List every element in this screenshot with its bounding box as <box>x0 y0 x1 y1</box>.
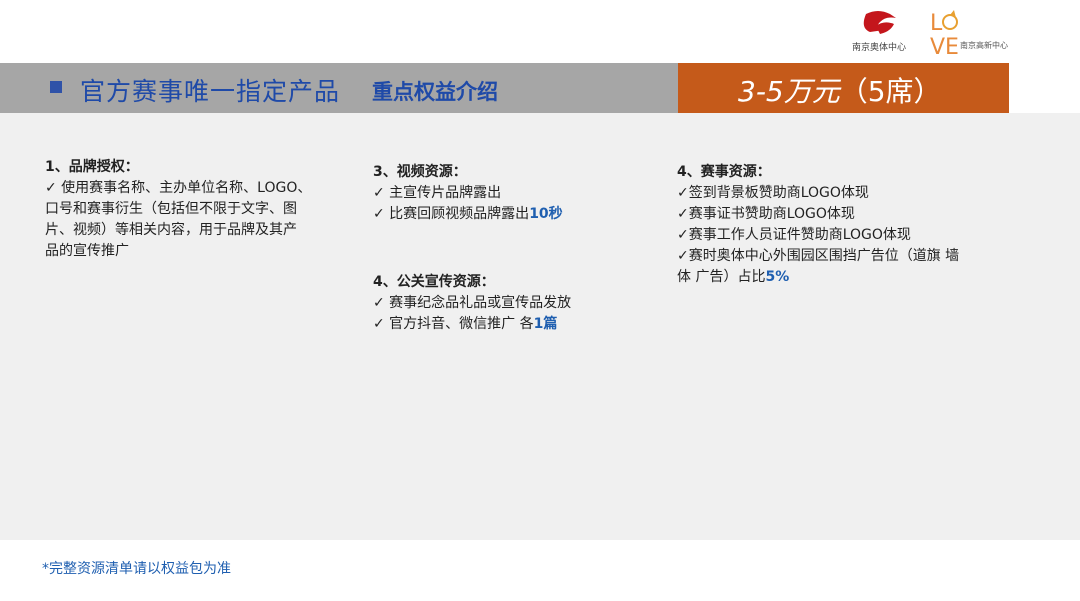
bullet-square-icon <box>50 81 62 93</box>
item-text: ✓ 官方抖音、微信推广 各 <box>373 316 534 332</box>
svg-text:VE: VE <box>930 35 959 56</box>
love-brand-logo-icon: L VE 南京高新中心 <box>930 10 1008 56</box>
section-heading: 1、品牌授权： <box>45 159 139 175</box>
header-bar: 官方赛事唯一指定产品 重点权益介绍 3-5万元（5席） <box>0 63 1009 113</box>
price-box: 3-5万元（5席） <box>678 63 1009 113</box>
list-item: ✓赛事工作人员证件赞助商LOGO体现 <box>677 227 911 243</box>
list-item: ✓ 主宣传片品牌露出 <box>373 185 502 201</box>
section-video-resources: 3、视频资源： ✓ 主宣传片品牌露出 ✓ 比赛回顾视频品牌露出10秒 <box>373 162 653 225</box>
list-item: ✓签到背景板赞助商LOGO体现 <box>677 185 869 201</box>
svg-text:南京高新中心: 南京高新中心 <box>960 40 1008 50</box>
section-event-resources: 4、赛事资源： ✓签到背景板赞助商LOGO体现 ✓赛事证书赞助商LOGO体现 ✓… <box>677 162 1007 288</box>
list-item: 品的宣传推广 <box>45 243 129 259</box>
panel-corner-wedge <box>1009 113 1080 183</box>
section-heading: 4、公关宣传资源： <box>373 274 495 290</box>
section-heading: 3、视频资源： <box>373 164 467 180</box>
highlight-value: 10秒 <box>529 206 563 222</box>
section-brand-license: 1、品牌授权： ✓ 使用赛事名称、主办单位名称、LOGO、 口号和赛事衍生（包括… <box>45 157 345 262</box>
price-text: 3-5万元（5席） <box>738 70 942 110</box>
list-item: 片、视频）等相关内容，用于品牌及其产 <box>45 222 297 238</box>
svg-text:L: L <box>930 11 943 36</box>
header-subtitle: 重点权益介绍 <box>372 80 498 104</box>
list-item: ✓赛事证书赞助商LOGO体现 <box>677 206 855 222</box>
list-item: ✓ 官方抖音、微信推广 各1篇 <box>373 314 653 335</box>
item-text: ✓ 比赛回顾视频品牌露出 <box>373 206 530 222</box>
section-pr-resources: 4、公关宣传资源： ✓ 赛事纪念品礼品或宣传品发放 ✓ 官方抖音、微信推广 各1… <box>373 272 653 335</box>
section-heading: 4、赛事资源： <box>677 164 771 180</box>
footnote: *完整资源清单请以权益包为准 <box>42 561 231 577</box>
svg-text:南京奥体中心: 南京奥体中心 <box>852 41 906 53</box>
header-title: 官方赛事唯一指定产品 <box>80 77 341 106</box>
list-item: ✓ 比赛回顾视频品牌露出10秒 <box>373 204 653 225</box>
header-left: 官方赛事唯一指定产品 重点权益介绍 <box>0 63 678 113</box>
highlight-value: 5% <box>765 269 790 285</box>
olympic-center-logo-icon: 南京奥体中心 <box>852 11 906 53</box>
list-item: 口号和赛事衍生（包括但不限于文字、图 <box>45 201 297 217</box>
item-text: 体 广告）占比 <box>677 269 766 285</box>
logo-area: 南京奥体中心 L VE 南京高新中心 <box>850 8 1010 56</box>
list-item: ✓赛时奥体中心外围园区围挡广告位（道旗 墙 <box>677 248 960 264</box>
list-item: 体 广告）占比5% <box>677 267 1007 288</box>
list-item: ✓ 使用赛事名称、主办单位名称、LOGO、 <box>45 180 312 196</box>
price-range: 3-5万元 <box>738 75 840 108</box>
list-item: ✓ 赛事纪念品礼品或宣传品发放 <box>373 295 572 311</box>
seat-count: （5席） <box>839 75 942 108</box>
highlight-value: 1篇 <box>533 316 558 332</box>
